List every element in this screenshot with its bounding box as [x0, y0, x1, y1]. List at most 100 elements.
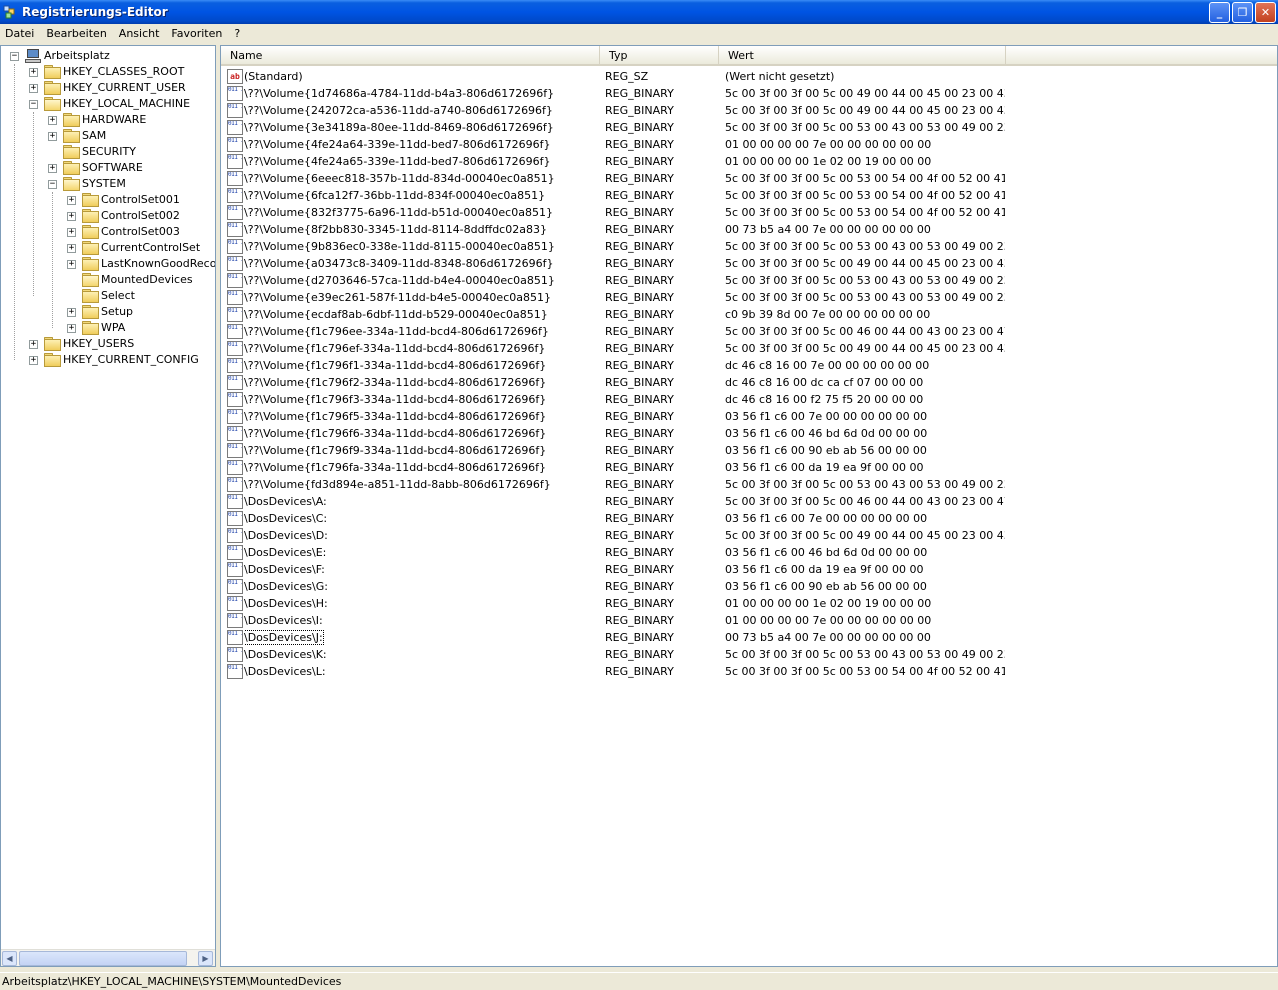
table-row[interactable]: 011 110 010\DosDevices\K: REG_BINARY 5c 00…: [221, 646, 1277, 663]
tree-node-hkey-local-machine[interactable]: − HKEY_LOCAL_MACHINE: [1, 96, 215, 112]
tree-node-lastknowngood[interactable]: + LastKnownGoodRecove: [1, 256, 215, 272]
table-row[interactable]: 011 110 010\??\Volume{f1c796f6-334a-11dd…: [221, 425, 1277, 442]
tree-node-select[interactable]: Select: [1, 288, 215, 304]
table-row[interactable]: ab (Standard) REG_SZ (Wert nicht gesetzt): [221, 68, 1277, 85]
table-row[interactable]: 011 110 010\??\Volume{1d74686a-4784-11dd…: [221, 85, 1277, 102]
tree-node-arbeitsplatz[interactable]: − Arbeitsplatz: [1, 48, 215, 64]
expand-icon[interactable]: +: [67, 324, 76, 333]
table-row[interactable]: 011 110 010\DosDevices\L: REG_BINARY 5c 00…: [221, 663, 1277, 680]
table-row[interactable]: 011 110 010\??\Volume{ecdaf8ab-6dbf-11dd…: [221, 306, 1277, 323]
status-path: Arbeitsplatz\HKEY_LOCAL_MACHINE\SYSTEM\M…: [2, 975, 342, 988]
menu-help[interactable]: ?: [228, 24, 246, 44]
scroll-right-arrow-icon[interactable]: ▶: [198, 951, 213, 966]
expand-icon[interactable]: +: [67, 308, 76, 317]
table-row[interactable]: 011 110 010\??\Volume{f1c796f3-334a-11dd…: [221, 391, 1277, 408]
table-row[interactable]: 011 110 010\??\Volume{832f3775-6a96-11dd…: [221, 204, 1277, 221]
folder-icon: [44, 81, 61, 95]
table-row[interactable]: 011 110 010\??\Volume{f1c796ef-334a-11dd…: [221, 340, 1277, 357]
scroll-thumb[interactable]: [19, 951, 187, 966]
tree-node-mounteddevices[interactable]: MountedDevices: [1, 272, 215, 288]
tree-node-hkey-current-user[interactable]: + HKEY_CURRENT_USER: [1, 80, 215, 96]
tree-node-hkey-current-config[interactable]: + HKEY_CURRENT_CONFIG: [1, 352, 215, 368]
table-row[interactable]: 011 110 010\??\Volume{3e34189a-80ee-11dd…: [221, 119, 1277, 136]
expand-icon[interactable]: +: [67, 260, 76, 269]
table-row[interactable]: 011 110 010\??\Volume{f1c796ee-334a-11dd…: [221, 323, 1277, 340]
table-row[interactable]: 011 110 010\DosDevices\A: REG_BINARY 5c 00…: [221, 493, 1277, 510]
menu-bearbeiten[interactable]: Bearbeiten: [40, 24, 112, 44]
tree-node-sam[interactable]: + SAM: [1, 128, 215, 144]
table-row[interactable]: 011 110 010\??\Volume{d2703646-57ca-11dd…: [221, 272, 1277, 289]
expand-icon[interactable]: +: [67, 244, 76, 253]
close-icon: ✕: [1260, 6, 1271, 19]
table-row[interactable]: 011 110 010\??\Volume{f1c796f9-334a-11dd…: [221, 442, 1277, 459]
menu-favoriten[interactable]: Favoriten: [165, 24, 228, 44]
table-row[interactable]: 011 110 010\??\Volume{a03473c8-3409-11dd…: [221, 255, 1277, 272]
table-row[interactable]: 011 110 010\DosDevices\E: REG_BINARY 03 56…: [221, 544, 1277, 561]
table-row[interactable]: 011 110 010\??\Volume{8f2bb830-3345-11dd…: [221, 221, 1277, 238]
table-row[interactable]: 011 110 010\DosDevices\H: REG_BINARY 01 00…: [221, 595, 1277, 612]
restore-button[interactable]: ❐: [1232, 2, 1253, 23]
expand-icon[interactable]: +: [29, 356, 38, 365]
value-type: REG_BINARY: [605, 342, 674, 355]
expand-icon[interactable]: +: [67, 212, 76, 221]
table-row[interactable]: 011 110 010\??\Volume{e39ec261-587f-11dd…: [221, 289, 1277, 306]
tree-node-system[interactable]: − SYSTEM: [1, 176, 215, 192]
value-data: 03 56 f1 c6 00 90 eb ab 56 00 00 00: [725, 444, 927, 457]
table-row[interactable]: 011 110 010\DosDevices\C: REG_BINARY 03 56…: [221, 510, 1277, 527]
minimize-button[interactable]: _: [1209, 2, 1230, 23]
tree-horizontal-scrollbar[interactable]: ◀ ▶: [1, 949, 215, 966]
value-type: REG_BINARY: [605, 257, 674, 270]
collapse-icon[interactable]: −: [48, 180, 57, 189]
expand-icon[interactable]: +: [67, 196, 76, 205]
scroll-left-arrow-icon[interactable]: ◀: [2, 951, 17, 966]
tree-node-security[interactable]: SECURITY: [1, 144, 215, 160]
values-list[interactable]: Name Typ Wert ab (Standard) REG_SZ (Wert ni…: [220, 45, 1278, 967]
expand-icon[interactable]: +: [29, 84, 38, 93]
table-row[interactable]: 011 110 010\??\Volume{f1c796fa-334a-11dd…: [221, 459, 1277, 476]
table-row[interactable]: 011 110 010\??\Volume{6fca12f7-36bb-11dd…: [221, 187, 1277, 204]
table-row[interactable]: 011 110 010\??\Volume{f1c796f2-334a-11dd…: [221, 374, 1277, 391]
collapse-icon[interactable]: −: [10, 52, 19, 61]
tree-node-hkey-users[interactable]: + HKEY_USERS: [1, 336, 215, 352]
expand-icon[interactable]: +: [29, 68, 38, 77]
registry-editor-icon[interactable]: [3, 4, 19, 20]
collapse-icon[interactable]: −: [29, 100, 38, 109]
expand-icon[interactable]: +: [67, 228, 76, 237]
tree-node-wpa[interactable]: + WPA: [1, 320, 215, 336]
column-header-data[interactable]: Wert: [719, 46, 1006, 64]
table-row[interactable]: 011 110 010\??\Volume{4fe24a65-339e-11dd…: [221, 153, 1277, 170]
expand-icon[interactable]: +: [48, 164, 57, 173]
table-row[interactable]: 011 110 010\??\Volume{fd3d894e-a851-11dd…: [221, 476, 1277, 493]
tree-node-controlset001[interactable]: + ControlSet001: [1, 192, 215, 208]
tree-label: MountedDevices: [101, 273, 193, 286]
table-row[interactable]: 011 110 010\??\Volume{f1c796f5-334a-11dd…: [221, 408, 1277, 425]
expand-icon[interactable]: +: [48, 132, 57, 141]
column-header-type[interactable]: Typ: [600, 46, 719, 64]
window-title: Registrierungs-Editor: [22, 5, 168, 19]
close-button[interactable]: ✕: [1255, 2, 1276, 23]
value-name: \??\Volume{6fca12f7-36bb-11dd-834f-00040…: [244, 189, 546, 202]
menu-ansicht[interactable]: Ansicht: [113, 24, 166, 44]
table-row[interactable]: 011 110 010\??\Volume{4fe24a64-339e-11dd…: [221, 136, 1277, 153]
tree-node-controlset002[interactable]: + ControlSet002: [1, 208, 215, 224]
column-header-name[interactable]: Name: [221, 46, 600, 64]
tree-node-setup[interactable]: + Setup: [1, 304, 215, 320]
table-row[interactable]: 011 110 010\DosDevices\J: REG_BINARY 00 73…: [221, 629, 1277, 646]
registry-tree[interactable]: − Arbeitsplatz + HKEY_CLASSES_ROOT + HKE…: [0, 45, 216, 967]
table-row[interactable]: 011 110 010\DosDevices\G: REG_BINARY 03 56…: [221, 578, 1277, 595]
tree-node-hardware[interactable]: + HARDWARE: [1, 112, 215, 128]
table-row[interactable]: 011 110 010\??\Volume{f1c796f1-334a-11dd…: [221, 357, 1277, 374]
menu-datei[interactable]: Datei: [0, 24, 40, 44]
table-row[interactable]: 011 110 010\DosDevices\F: REG_BINARY 03 56…: [221, 561, 1277, 578]
expand-icon[interactable]: +: [48, 116, 57, 125]
table-row[interactable]: 011 110 010\DosDevices\D: REG_BINARY 5c 00…: [221, 527, 1277, 544]
table-row[interactable]: 011 110 010\??\Volume{9b836ec0-338e-11dd…: [221, 238, 1277, 255]
table-row[interactable]: 011 110 010\??\Volume{242072ca-a536-11dd…: [221, 102, 1277, 119]
tree-node-controlset003[interactable]: + ControlSet003: [1, 224, 215, 240]
tree-node-currentcontrolset[interactable]: + CurrentControlSet: [1, 240, 215, 256]
expand-icon[interactable]: +: [29, 340, 38, 349]
table-row[interactable]: 011 110 010\??\Volume{6eeec818-357b-11dd…: [221, 170, 1277, 187]
tree-node-hkey-classes-root[interactable]: + HKEY_CLASSES_ROOT: [1, 64, 215, 80]
table-row[interactable]: 011 110 010\DosDevices\I: REG_BINARY 01 00…: [221, 612, 1277, 629]
tree-node-software[interactable]: + SOFTWARE: [1, 160, 215, 176]
